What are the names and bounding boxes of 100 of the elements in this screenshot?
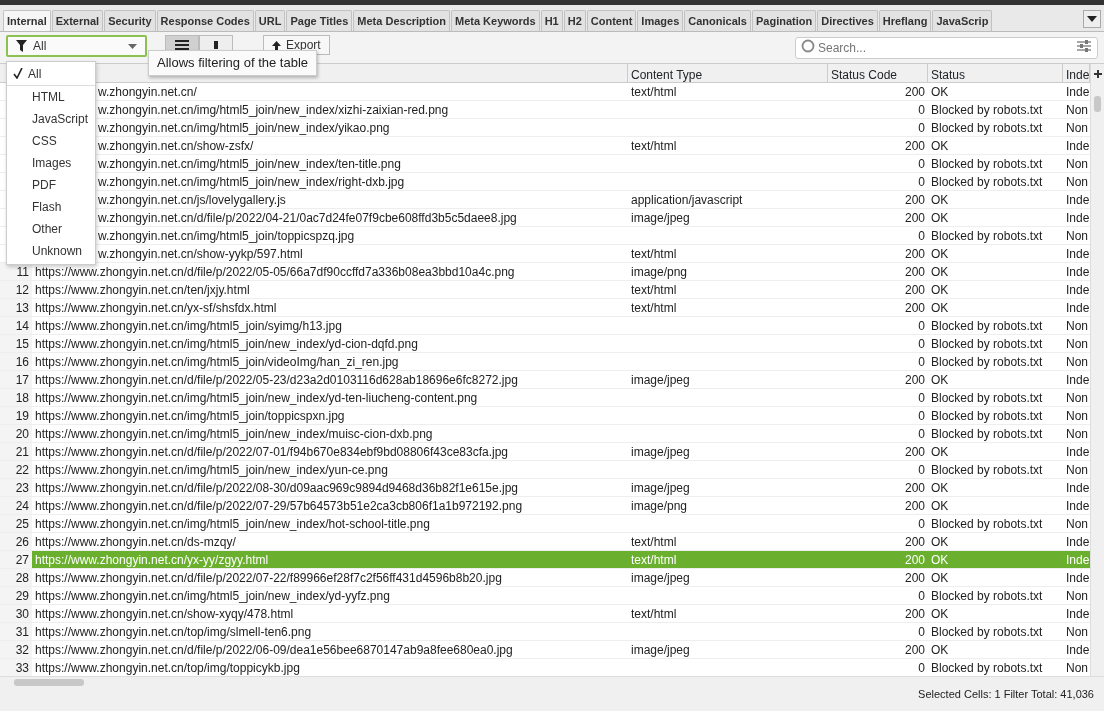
menu-item[interactable]: Flash [7, 196, 95, 218]
scrollbar-thumb[interactable] [1094, 96, 1101, 112]
table-cell-text: Inde [1065, 210, 1090, 226]
status-cell-text: OK [930, 282, 950, 298]
status-cell-text: OK [930, 300, 950, 316]
status-code-cell-text: 200 [903, 606, 926, 622]
url-cell-text: w.zhongyin.net.cn/img/html5_join/new_index/right-dxb.jpg [97, 174, 406, 190]
tab[interactable]: URL [254, 10, 286, 31]
selected-row[interactable]: 27 https://www.zhongyin.net.cn/yx-yy/zgyy.html text/html 200 OK Inde [0, 551, 1090, 569]
status-code-cell-text: 200 [903, 192, 926, 208]
status-cell-text: OK [930, 534, 950, 550]
tab[interactable]: Meta Description [353, 10, 450, 31]
url-cell-text: https://www.zhongyin.net.cn/yx-sf/shsfdx.html [34, 300, 278, 316]
status-cell-text: OK [930, 372, 950, 388]
table-cell-text: Inde [1065, 498, 1090, 514]
url-cell-text: w.zhongyin.net.cn/js/lovelygallery.js [97, 192, 287, 208]
url-cell-text: w.zhongyin.net.cn/ [97, 84, 198, 100]
tab[interactable]: Page Titles [286, 10, 353, 31]
url-cell-text: w.zhongyin.net.cn/img/html5_join/toppicspzq.jpg [97, 228, 356, 244]
content-type-cell-text: image/jpeg [630, 480, 691, 496]
status-cell-text: OK [930, 138, 950, 154]
status-code-cell-text: 200 [903, 282, 926, 298]
tab[interactable]: Meta Keywords [450, 10, 540, 31]
tab[interactable]: Directives [817, 10, 878, 31]
menu-item[interactable]: Other [7, 218, 95, 240]
table-cell-text: Non [1065, 408, 1089, 424]
filter-icon [16, 40, 27, 52]
tab[interactable]: Security [104, 10, 156, 31]
status-cell-text: Blocked by robots.txt [930, 624, 1044, 640]
url-cell-text: https://www.zhongyin.net.cn/d/file/p/2022/07-22/f89966ef28f7c2f56ff431d4596b8b20.jpg [34, 570, 503, 586]
row-number: 11 [0, 263, 32, 280]
tab[interactable]: Canonicals [684, 10, 751, 31]
tab[interactable]: H2 [563, 10, 586, 31]
tab[interactable]: Response Codes [156, 10, 254, 31]
tab[interactable]: JavaScrip [932, 10, 993, 31]
menu-item[interactable]: JavaScript [7, 108, 95, 130]
status-code-cell-text: 0 [917, 102, 926, 118]
menu-item[interactable]: HTML [7, 86, 95, 108]
status-code-cell-text: 0 [917, 408, 926, 424]
status-code-cell-text: 0 [917, 174, 926, 190]
column-header: Status Code [828, 64, 928, 82]
row-number: 33 [0, 659, 32, 676]
status-cell-text: Blocked by robots.txt [930, 660, 1044, 676]
table-cell-text: Inde [1065, 606, 1090, 622]
status-code-cell-text: 0 [917, 516, 926, 532]
vertical-scrollbar[interactable] [1090, 64, 1104, 676]
url-cell-text: https://www.zhongyin.net.cn/img/html5_join/toppicspxn.jpg [34, 408, 346, 424]
search-icon [801, 39, 815, 53]
scrollbar-thumb[interactable] [14, 679, 84, 686]
row-number: 26 [0, 533, 32, 550]
status-code-cell-text: 200 [903, 552, 926, 568]
table-cell-text: Non [1065, 426, 1089, 442]
table-cell-text: Inde [1065, 570, 1090, 586]
menu-item[interactable]: Unknown [7, 240, 95, 262]
table-cell-text: Inde [1065, 264, 1090, 280]
status-code-cell-text: 200 [903, 498, 926, 514]
search-field[interactable]: Search... [795, 37, 1098, 59]
status-cell-text: OK [930, 480, 950, 496]
filter-dropdown[interactable]: All [6, 35, 147, 57]
url-cell-text: w.zhongyin.net.cn/img/html5_join/new_index/yikao.png [97, 120, 391, 136]
url-cell-text: w.zhongyin.net.cn/img/html5_join/new_index/xizhi-zaixian-red.png [97, 102, 450, 118]
status-code-cell-text: 200 [903, 372, 926, 388]
menu-item[interactable]: CSS [7, 130, 95, 152]
horizontal-scrollbar[interactable] [0, 676, 1104, 688]
tab[interactable]: External [51, 10, 104, 31]
url-cell-text: https://www.zhongyin.net.cn/img/html5_join/new_index/yd-ten-liucheng-content.png [34, 390, 479, 406]
content-type-cell-text: text/html [630, 606, 678, 622]
status-cell-text: Blocked by robots.txt [930, 462, 1044, 478]
status-cell-text: Blocked by robots.txt [930, 336, 1044, 352]
row-number: 23 [0, 479, 32, 496]
tab-overflow-button[interactable] [1083, 10, 1101, 28]
status-cell-text: Blocked by robots.txt [930, 426, 1044, 442]
table-cell-text: Non [1065, 390, 1089, 406]
url-cell-text: https://www.zhongyin.net.cn/d/file/p/2022/07-01/f94b670e834ebf9bd08806f43ce83cfa.jpg [34, 444, 510, 460]
menu-item[interactable]: PDF [7, 174, 95, 196]
status-code-cell-text: 0 [917, 588, 926, 604]
content-type-cell-text: image/jpeg [630, 570, 691, 586]
status-cell-text: OK [930, 444, 950, 460]
menu-item[interactable]: Images [7, 152, 95, 174]
add-icon[interactable] [1093, 69, 1102, 78]
settings-icon[interactable] [1077, 40, 1091, 52]
menu-item[interactable]: All [7, 62, 95, 86]
table-cell-text: Non [1065, 588, 1089, 604]
table-cell-text: Inde [1065, 192, 1090, 208]
url-cell-text: https://www.zhongyin.net.cn/d/file/p/2022/05-05/66a7df90ccffd7a336b08ea3bbd10a4c.png [34, 264, 516, 280]
url-cell-text: https://www.zhongyin.net.cn/img/html5_join/new_index/muisc-cion-dxb.png [34, 426, 434, 442]
tab[interactable]: Images [637, 10, 684, 31]
tab[interactable]: Internal [3, 10, 51, 31]
status-cell-text: OK [930, 606, 950, 622]
table-cell-text: Non [1065, 516, 1089, 532]
row-number: 32 [0, 641, 32, 658]
tooltip: Allows filtering of the table [148, 50, 318, 76]
row-number: 20 [0, 425, 32, 442]
tab[interactable]: Content [586, 10, 637, 31]
tab[interactable]: H1 [540, 10, 563, 31]
tab[interactable]: Pagination [751, 10, 817, 31]
tab[interactable]: Hreflang [878, 10, 932, 31]
url-cell-text: https://www.zhongyin.net.cn/d/file/p/2022/05-23/d23a2d0103116d628ab18696e6fc8272.jpg [34, 372, 519, 388]
status-code-cell-text: 200 [903, 84, 926, 100]
url-cell-text: w.zhongyin.net.cn/show-yykp/597.html [97, 246, 304, 262]
